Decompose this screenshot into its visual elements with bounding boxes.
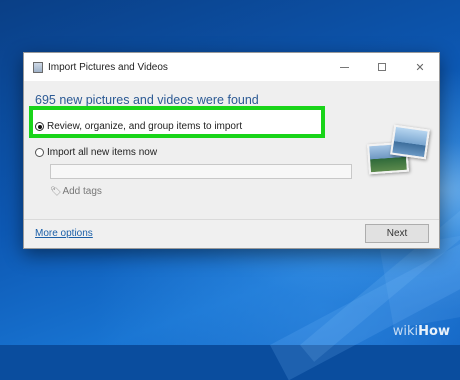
more-options-link[interactable]: More options xyxy=(35,228,93,239)
maximize-icon xyxy=(378,63,386,71)
option-import-all-label: Import all new items now xyxy=(47,147,158,158)
watermark-suffix: How xyxy=(418,324,450,339)
next-button[interactable]: Next xyxy=(365,224,429,243)
import-dialog: Import Pictures and Videos ✕ 695 new pic… xyxy=(23,52,440,249)
minimize-icon xyxy=(339,66,349,68)
found-items-heading: 695 new pictures and videos were found xyxy=(35,93,259,107)
radio-unselected[interactable] xyxy=(35,148,44,157)
option-review-label: Review, organize, and group items to imp… xyxy=(47,121,243,132)
window-controls: ✕ xyxy=(325,53,439,81)
watermark-prefix: wiki xyxy=(392,324,419,339)
minimize-button[interactable] xyxy=(325,53,363,81)
tag-icon: 🏷 xyxy=(50,186,62,196)
photos-illustration xyxy=(356,121,431,181)
close-button[interactable]: ✕ xyxy=(401,53,439,81)
add-tags-link[interactable]: 🏷 Add tags xyxy=(50,186,102,197)
wikihow-watermark: wikiHow xyxy=(393,324,450,339)
close-icon: ✕ xyxy=(415,61,425,74)
tags-text-field[interactable] xyxy=(50,164,352,179)
title-bar[interactable]: Import Pictures and Videos ✕ xyxy=(24,53,439,81)
option-review-organize[interactable]: Review, organize, and group items to imp… xyxy=(35,121,242,132)
radio-selected[interactable] xyxy=(35,122,44,131)
import-app-icon xyxy=(33,61,43,73)
photo-thumbnail xyxy=(390,124,430,160)
window-title: Import Pictures and Videos xyxy=(48,61,168,73)
dialog-footer: More options Next xyxy=(24,219,439,248)
add-tags-label: Add tags xyxy=(62,186,102,197)
maximize-button[interactable] xyxy=(363,53,401,81)
option-import-all[interactable]: Import all new items now xyxy=(35,147,157,158)
